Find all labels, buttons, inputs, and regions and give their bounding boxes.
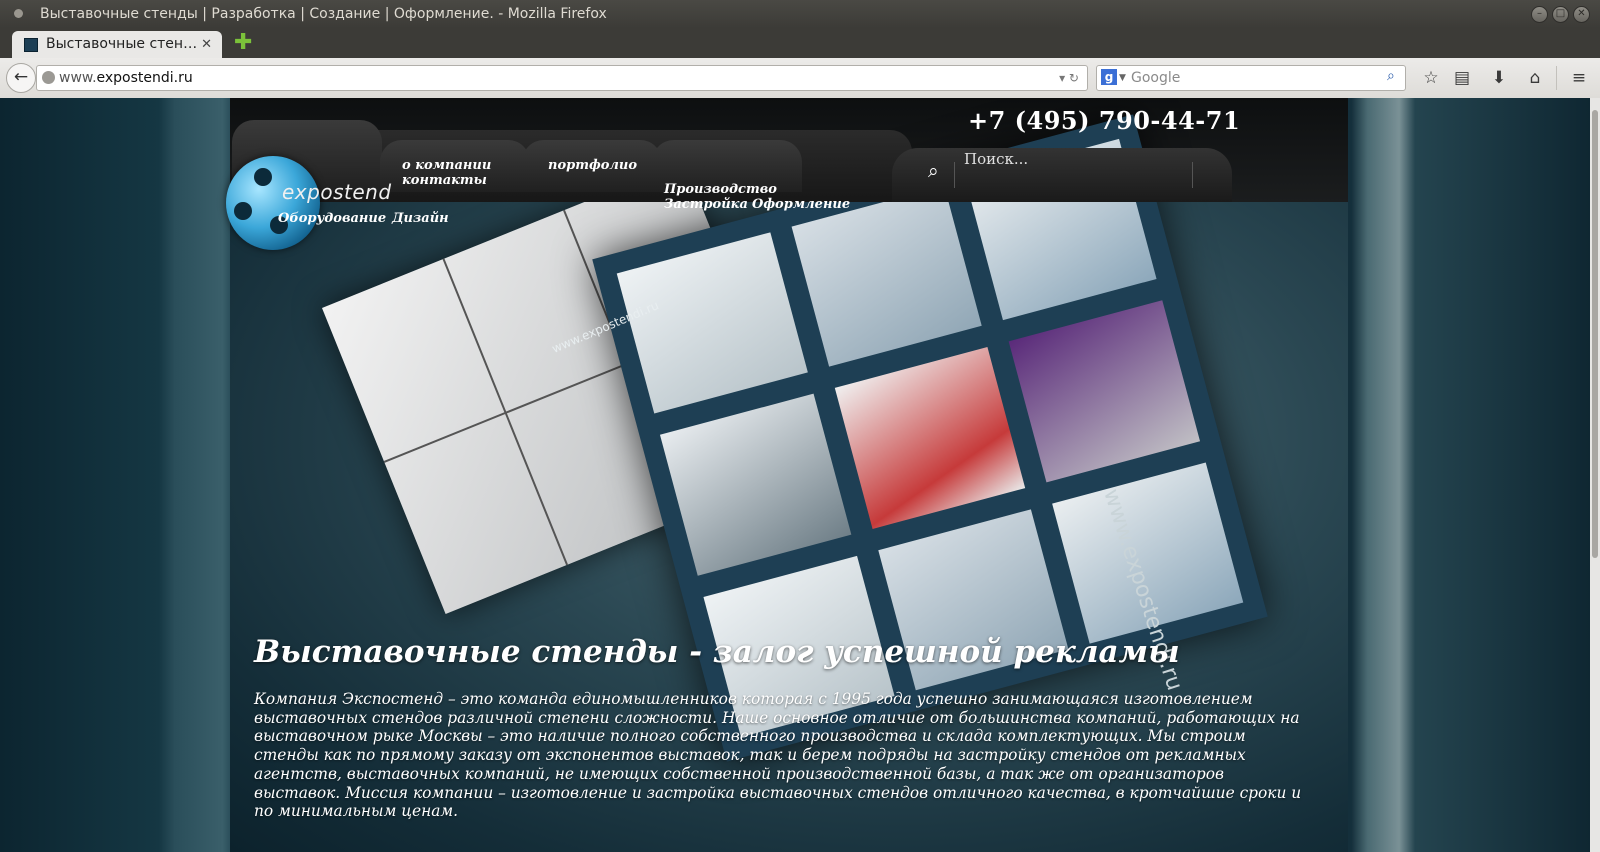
downloads-icon[interactable]: ⬇ — [1488, 67, 1510, 89]
menu-design[interactable]: Дизайн — [392, 211, 449, 226]
navigation-toolbar: ← www.expostendi.ru ▾ ↻ g ▼ Google ⌕ ☆ ▤… — [0, 58, 1600, 99]
search-bar[interactable]: g ▼ Google ⌕ — [1096, 65, 1406, 91]
url-bar[interactable]: www.expostendi.ru ▾ ↻ — [36, 65, 1088, 91]
tab-close-icon[interactable]: ✕ — [201, 31, 212, 58]
engine-dropdown-icon[interactable]: ▼ — [1119, 66, 1126, 90]
site-search-input[interactable]: Поиск... — [964, 150, 1028, 168]
new-tab-button[interactable]: ✚ — [234, 32, 252, 54]
toolbar-separator — [1556, 66, 1557, 90]
logo-text[interactable]: expostend — [282, 180, 392, 204]
scrollbar-thumb[interactable] — [1592, 110, 1598, 558]
site-search-icon[interactable]: ⌕ — [928, 162, 946, 181]
home-icon[interactable]: ⌂ — [1524, 67, 1546, 89]
url-text[interactable]: www.expostendi.ru — [59, 66, 193, 90]
site-search: ⌕ Поиск... — [892, 148, 1232, 202]
search-input[interactable]: Google — [1131, 66, 1180, 90]
maximize-button[interactable]: □ — [1552, 6, 1569, 23]
phone-number: +7 (495) 790-44-71 — [968, 106, 1241, 135]
intro-paragraph: Компания Экспостенд – это команда едином… — [254, 690, 1302, 821]
web-page: www.expostendi.ru www.expostendi.ru ⌕ По… — [0, 98, 1590, 852]
back-button[interactable]: ← — [6, 63, 36, 93]
close-window-button[interactable]: ✕ — [1573, 6, 1590, 23]
menu-portfolio[interactable]: портфолио — [548, 158, 637, 173]
globe-icon — [42, 71, 55, 84]
menu-icon[interactable]: ≡ — [1568, 67, 1590, 89]
bookmarks-list-icon[interactable]: ▤ — [1451, 67, 1473, 89]
page-scrollbar[interactable] — [1590, 98, 1600, 852]
menu-decoration[interactable]: Оформление — [752, 197, 850, 212]
search-icon[interactable]: ⌕ — [1387, 69, 1401, 83]
site-favicon-icon — [24, 38, 38, 52]
tab-active[interactable]: Выставочные стен… ✕ — [12, 31, 222, 58]
page-heading: Выставочные стенды - залог успешной рекл… — [254, 634, 1180, 670]
menu-production[interactable]: Производство — [664, 182, 777, 197]
window-title: Выставочные стенды | Разработка | Создан… — [40, 6, 607, 22]
url-history-reload-controls[interactable]: ▾ ↻ — [1059, 66, 1079, 90]
bookmark-star-icon[interactable]: ☆ — [1420, 67, 1442, 89]
menu-construction[interactable]: Застройка — [664, 197, 748, 212]
tab-strip: Выставочные стен… ✕ ✚ — [0, 28, 1600, 58]
app-icon — [14, 9, 23, 18]
menu-about[interactable]: о компании — [402, 158, 491, 173]
window-titlebar: Выставочные стенды | Разработка | Создан… — [0, 0, 1600, 28]
minimize-button[interactable]: – — [1531, 6, 1548, 23]
tab-label: Выставочные стен… — [46, 36, 198, 52]
google-engine-icon[interactable]: g — [1101, 69, 1117, 85]
menu-equipment[interactable]: Оборудование — [278, 211, 386, 226]
menu-contacts[interactable]: контакты — [402, 173, 487, 188]
window-controls: – □ ✕ — [1531, 6, 1590, 23]
